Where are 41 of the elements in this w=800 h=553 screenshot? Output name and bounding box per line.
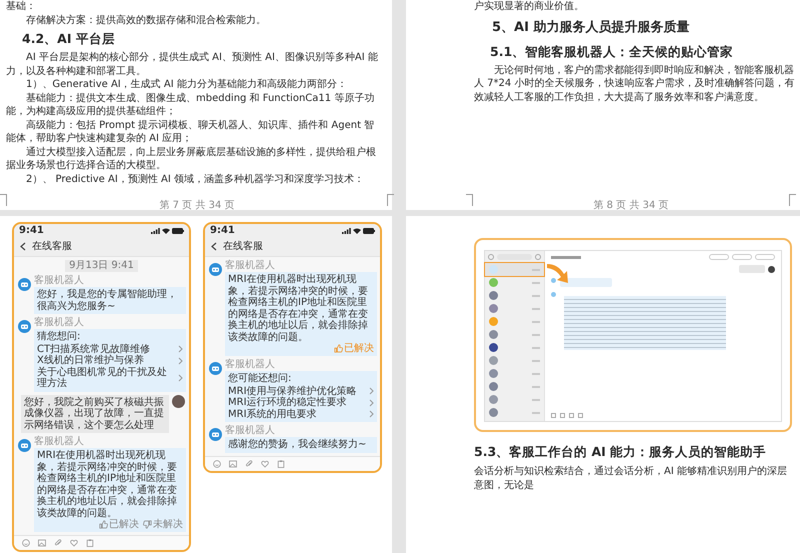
sender-name: 客服机器人 <box>34 436 85 447</box>
screen-title: 在线客服 <box>223 240 263 253</box>
sender-name: 客服机器人 <box>34 275 85 286</box>
subsection-heading: 4.2、AI 平台层 <box>22 31 116 48</box>
paragraph: 基础能力：提供文本生成、图像生成、mbedding 和 FunctionCa11 等原子功能，为构建高级应用的提供基础组件； <box>6 92 376 118</box>
sender-name: 客服机器人 <box>34 317 85 328</box>
section-heading: 5、AI 助力服务人员提升服务质量 <box>492 18 690 36</box>
sender-name: 客服机器人 <box>225 260 276 271</box>
suggested-question[interactable]: 关于心电图机常见的干扰及处理方法 <box>37 366 183 390</box>
subsection-heading: 5.1、智能客服机器人：全天候的贴心管家 <box>490 44 734 60</box>
suggested-question[interactable]: MRI系统的用电要求 <box>228 408 374 420</box>
subsection-heading: 5.3、客服工作台的 AI 能力：服务人员的智能助手 <box>474 444 768 461</box>
sender-name: 客服机器人 <box>225 425 276 436</box>
timestamp: 9月13日 9:41 <box>65 260 138 272</box>
paragraph: AI 平台层是架构的核心部分，提供生成式 AI、预测性 AI、图像识别等多种AI 能力，以及各种构建和部署工具。 <box>6 51 379 78</box>
suggested-question[interactable]: MRI运行环境的稳定性要求 <box>228 397 374 408</box>
message-bubble: 您好，我院之前购买了核磁共振成像仪器，出现了故障，一直提示网络错误，这个要怎么处理 <box>21 394 169 433</box>
screen-title: 在线客服 <box>32 240 72 253</box>
paragraph: 会话分析与知识检索结合，通过会话分析，AI 能够精准识别用户的深层意图，无论是 <box>474 465 788 492</box>
message-text: MRI在使用机器时出现死机现象，若提示网络冲突的时候，要检查网络主机的IP地址和医院里的网络是否存在冲突，通常在变换主机的地址以后，就会排除掉该类故障的问题。 <box>37 450 178 518</box>
paragraph: 户实现显著的商业价值。 <box>474 0 585 14</box>
suggestion-intro: 猜您想问: <box>37 331 82 342</box>
paragraph: 存储解决方案：提供高效的数据存储和混合检索能力。 <box>25 14 267 27</box>
paragraph: 无论何时何地，客户的需求都能得到即时响应和解决，智能客服机器人 7*24 小时的全天候服务，快速响应客户需求，及时准确解答问题，有效减轻人工客服的工作负担，大大提高了服务效率和客户满意度。 <box>474 64 796 104</box>
sender-name: 客服机器人 <box>225 359 276 370</box>
suggested-question[interactable]: CT扫描系统常见故障维修 <box>37 344 183 355</box>
status-time: 9:41 <box>210 225 235 236</box>
suggested-question[interactable]: X线机的日常维护与保养 <box>37 355 183 366</box>
paragraph: 基础： <box>6 0 37 14</box>
suggested-question[interactable]: MRI使用与保养维护优化策略 <box>228 386 374 397</box>
suggestion-intro: 您可能还想问: <box>228 373 292 384</box>
page-number: 第 7 页 共 34 页 <box>160 198 234 212</box>
paragraph: 2）、 Predictive AI，预测性 AI 领域，涵盖多种机器学习和深度学习技术： <box>25 172 365 186</box>
page-number: 第 8 页 共 34 页 <box>594 198 668 212</box>
paragraph: 通过大模型接入适配层，向上层业务屏蔽底层基础设施的多样性，提供给租户根据业务场景也行选择合适的大模型。 <box>6 146 377 172</box>
status-time: 9:41 <box>19 225 44 236</box>
message-bubble: 您好，我是您的专属智能助理，很高兴为您服务~ <box>34 287 186 314</box>
message-bubble: 感谢您的赞扬，我会继续努力~ <box>225 437 377 452</box>
paragraph: 1）、Generative AI，生成式 AI 能力分为基础能力和高级能力两部分： <box>25 78 348 92</box>
paragraph: 高级能力：包括 Prompt 提示词模板、聊天机器人、知识库、插件和 Agent 智能体，帮助客户快速构建复杂的 AI 应用； <box>6 118 376 146</box>
message-text: MRI在使用机器时出现死机现象，若提示网络冲突的时候，要检查网络主机的IP地址和医院里的网络是否存在冲突，通常在变换主机的地址以后，就会排除掉该类故障的问题。 <box>228 274 369 342</box>
